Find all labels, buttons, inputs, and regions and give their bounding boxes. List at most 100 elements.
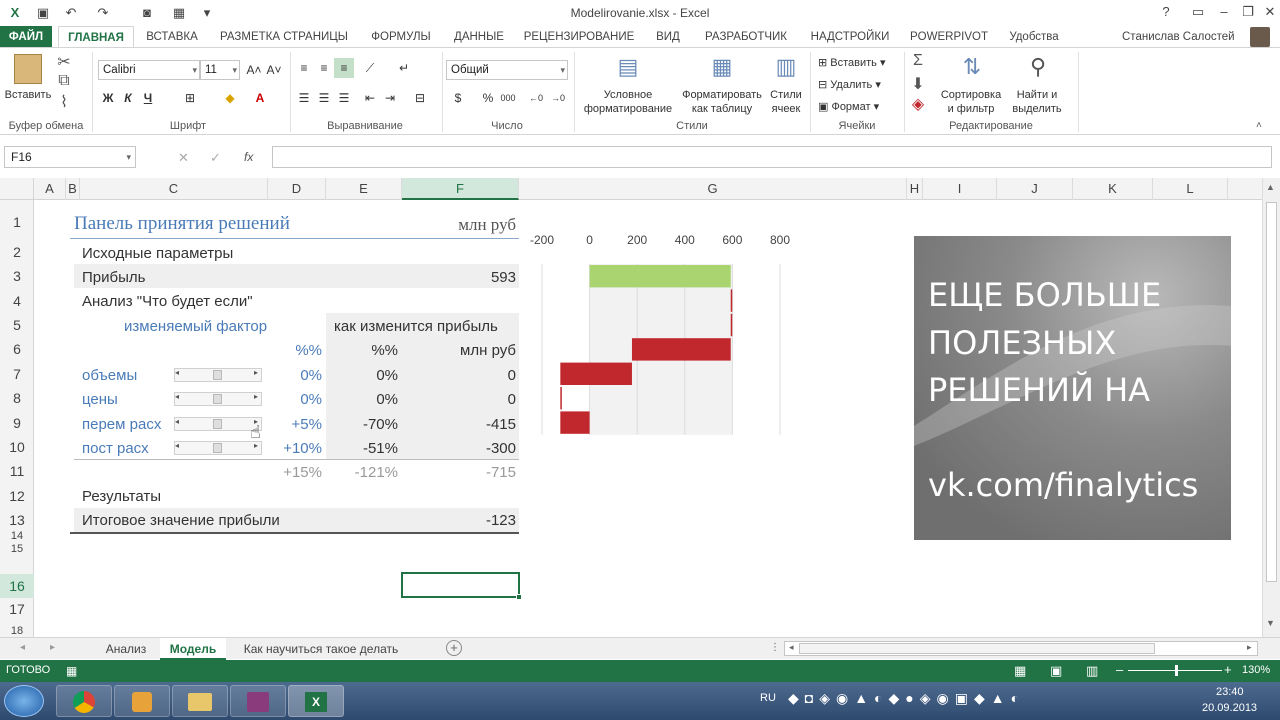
col-header-d[interactable]: D [268,178,326,200]
bold-button[interactable]: Ж [98,88,118,108]
split-handle-icon[interactable]: ⋮ [770,642,780,653]
italic-button[interactable]: К [118,88,138,108]
cell-styles-icon[interactable]: ▥ [772,54,800,80]
align-right-icon[interactable]: ☰ [334,88,354,108]
taskbar-media[interactable] [114,685,170,717]
clear-icon[interactable]: ◈ [910,94,926,114]
new-sheet-icon[interactable]: + [446,640,462,656]
col-header-h[interactable]: H [907,178,923,200]
find-select-icon[interactable]: ⚲ [1024,54,1052,80]
change-pct-var-costs[interactable]: -70% [334,416,398,433]
col-header-g[interactable]: G [519,178,907,200]
align-middle-icon[interactable]: ≡ [314,58,334,78]
chart-bar[interactable] [631,338,731,361]
chart-bar[interactable] [560,362,632,385]
total-pct[interactable]: +15% [274,464,322,481]
insert-cells-button[interactable]: ⊞ Вставить ▾ [818,56,886,70]
row-header-4[interactable]: 4 [0,293,34,309]
chart-bar[interactable] [589,265,731,288]
row-header-7[interactable]: 7 [0,366,34,382]
taskbar-explorer[interactable] [172,685,228,717]
page-layout-view-icon[interactable]: ▣ [1050,663,1062,679]
autosum-icon[interactable]: Σ [910,52,926,70]
promo-banner[interactable]: ЕЩЕ БОЛЬШЕ ПОЛЕЗНЫХ РЕШЕНИЙ НА vk.com/fi… [914,236,1231,540]
taskbar-chrome[interactable] [56,685,112,717]
sheet-tab-analiz[interactable]: Анализ [98,638,154,660]
taskbar-excel[interactable]: X [288,685,344,717]
cell-styles-button[interactable]: Стили ячеек [764,88,808,116]
orientation-icon[interactable]: ⟋ [360,58,380,78]
percent-icon[interactable]: % [478,88,498,108]
vertical-scrollbar[interactable]: ▲ ▼ [1262,178,1280,637]
pct-header-factor[interactable]: %% [274,342,322,359]
language-indicator[interactable]: RU [760,692,776,704]
row-header-1[interactable]: 1 [0,214,34,230]
row-header-2[interactable]: 2 [0,244,34,260]
row-header-13[interactable]: 13 [0,512,34,528]
change-pct-fixed-costs[interactable]: -51% [334,440,398,457]
row-header-16[interactable]: 16 [0,574,34,598]
conditional-format-button[interactable]: Условное форматирование [578,88,678,116]
zoom-level[interactable]: 130% [1242,664,1270,676]
tab-page-layout[interactable]: РАЗМЕТКА СТРАНИЦЫ [216,26,352,48]
col-header-c[interactable]: C [80,178,268,200]
tab-insert[interactable]: ВСТАВКА [140,26,204,48]
promo-link[interactable]: vk.com/finalytics [928,466,1198,504]
zoom-slider-thumb[interactable] [1175,665,1178,676]
macro-record-icon[interactable]: ▦ [66,664,77,678]
avatar[interactable] [1250,27,1270,47]
align-top-icon[interactable]: ≡ [294,58,314,78]
factor-pct-var-costs[interactable]: +5% [274,416,322,433]
paste-icon[interactable] [14,54,42,84]
col-header-l[interactable]: L [1153,178,1228,200]
tab-file[interactable]: ФАЙЛ [0,26,52,48]
row-header-12[interactable]: 12 [0,488,34,504]
profit-label[interactable]: Прибыль [82,269,145,286]
row-header-11[interactable]: 11 [0,463,34,479]
scroll-down-icon[interactable]: ▼ [1266,618,1275,628]
change-header[interactable]: как изменится прибыль [334,318,498,335]
wrap-text-icon[interactable]: ↵ [394,58,414,78]
row-header-5[interactable]: 5 [0,317,34,333]
col-header-k[interactable]: K [1073,178,1153,200]
row-header-14[interactable]: 14 [0,530,34,542]
tab-formulas[interactable]: ФОРМУЛЫ [364,26,438,48]
results-heading[interactable]: Результаты [82,488,161,505]
decrease-decimal-icon[interactable]: →0 [548,88,568,108]
tab-data[interactable]: ДАННЫЕ [448,26,510,48]
vertical-scroll-thumb[interactable] [1266,202,1277,582]
change-mln-prices[interactable]: 0 [434,391,516,408]
final-profit-label[interactable]: Итоговое значение прибыли [82,512,280,529]
sheet-tab-howto[interactable]: Как научиться такое делать [232,638,410,660]
change-pct-prices[interactable]: 0% [334,391,398,408]
change-mln-fixed-costs[interactable]: -300 [434,440,516,457]
conditional-format-icon[interactable]: ▤ [614,54,642,80]
fill-color-icon[interactable]: ◆ [220,88,240,108]
factor-name-volumes[interactable]: объемы [82,367,137,384]
align-left-icon[interactable]: ☰ [294,88,314,108]
format-table-button[interactable]: Форматировать как таблицу [680,88,764,116]
col-header-a[interactable]: A [34,178,66,200]
clock-time[interactable]: 23:40 [1216,686,1244,698]
align-bottom-icon[interactable]: ≡ [334,58,354,78]
horizontal-scroll-thumb[interactable] [799,643,1155,654]
col-header-j[interactable]: J [997,178,1073,200]
page-title[interactable]: Панель принятия решений [74,213,290,235]
tab-developer[interactable]: РАЗРАБОТЧИК [698,26,794,48]
selected-cell-f16[interactable] [401,572,522,600]
tab-review[interactable]: РЕЦЕНЗИРОВАНИЕ [522,26,636,48]
factor-name-var-costs[interactable]: перем расх [82,416,161,433]
chart-bar[interactable] [560,411,590,434]
total-change-pct[interactable]: -121% [334,464,398,481]
params-heading[interactable]: Исходные параметры [82,245,233,262]
format-cells-button[interactable]: ▣ Формат ▾ [818,100,879,114]
chart-bar[interactable] [560,387,562,410]
find-select-button[interactable]: Найти и выделить [1006,88,1068,116]
font-size-combo[interactable]: 11 ▾ [200,60,240,80]
slider-fixed-costs[interactable]: ◂ ▸ [174,441,262,455]
select-all[interactable] [0,178,34,200]
tab-addins[interactable]: НАДСТРОЙКИ [804,26,896,48]
col-header-f[interactable]: F [402,178,519,200]
factor-pct-prices[interactable]: 0% [274,391,322,408]
profit-value[interactable]: 593 [434,269,516,286]
